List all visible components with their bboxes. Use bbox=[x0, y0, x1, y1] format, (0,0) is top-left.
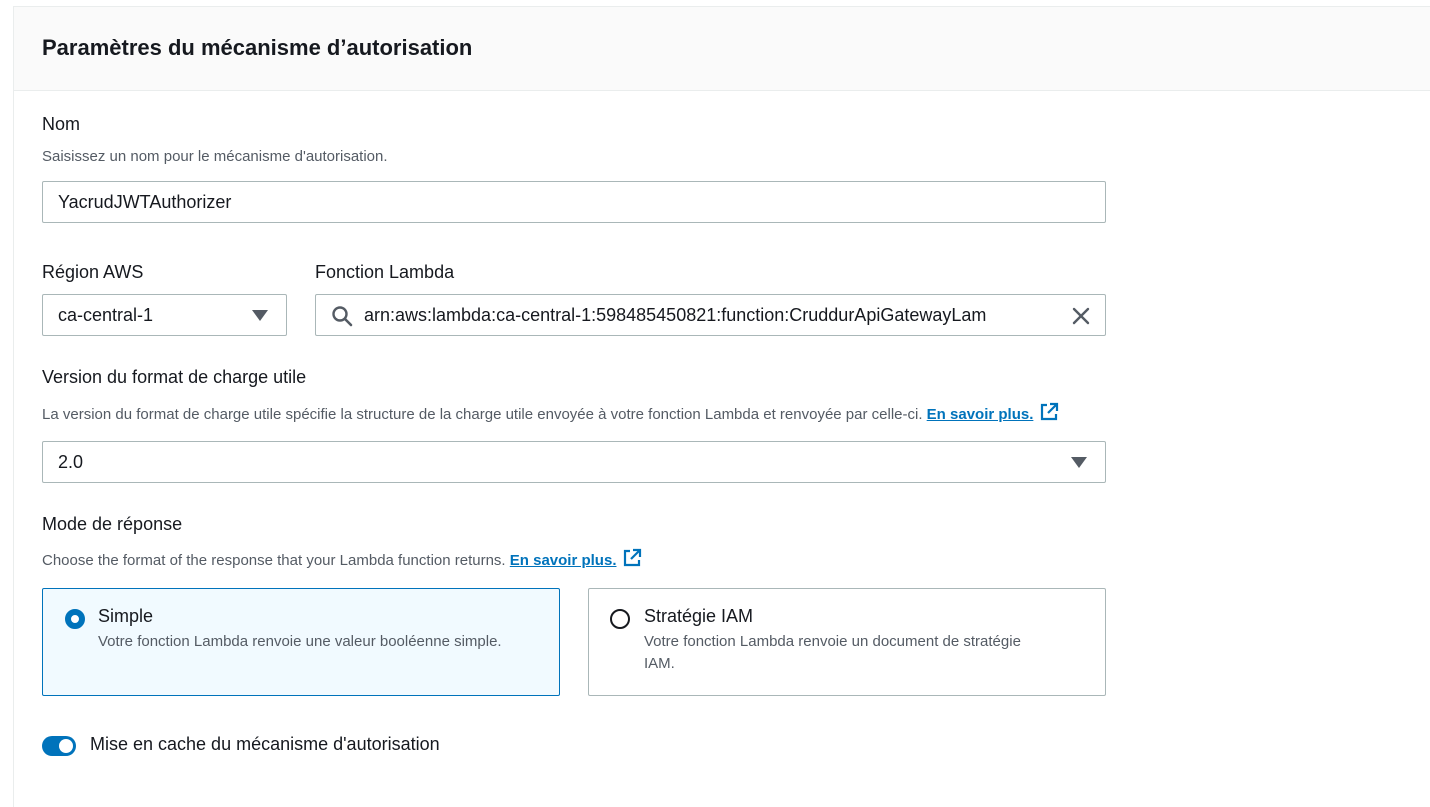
panel-title: Paramètres du mécanisme d’autorisation bbox=[42, 35, 473, 60]
payload-version-value: 2.0 bbox=[58, 451, 84, 472]
option-simple-description: Votre fonction Lambda renvoie une valeur… bbox=[98, 633, 502, 650]
name-description: Saisissez un nom pour le mécanisme d'aut… bbox=[42, 148, 388, 165]
payload-version-description-text: La version du format de charge utile spé… bbox=[42, 406, 923, 423]
option-simple-title: Simple bbox=[98, 606, 154, 626]
response-mode-option-simple[interactable]: Simple Votre fonction Lambda renvoie une… bbox=[42, 588, 560, 696]
region-select-value: ca-central-1 bbox=[58, 304, 154, 325]
option-iam-title: Stratégie IAM bbox=[644, 606, 754, 626]
region-label: Région AWS bbox=[42, 262, 144, 282]
option-iam-description: Votre fonction Lambda renvoie un documen… bbox=[644, 633, 1021, 672]
panel-header: Paramètres du mécanisme d’autorisation bbox=[14, 7, 1430, 91]
caching-label: Mise en cache du mécanisme d'autorisatio… bbox=[90, 734, 440, 754]
payload-version-description: La version du format de charge utile spé… bbox=[42, 402, 1059, 423]
chevron-down-icon bbox=[1071, 457, 1087, 468]
response-learn-more-text: En savoir plus. bbox=[509, 552, 617, 569]
search-icon bbox=[331, 305, 353, 332]
response-mode-description-text: Choose the format of the response that y… bbox=[42, 552, 506, 569]
lambda-function-input[interactable]: arn:aws:lambda:ca-central-1:598485450821… bbox=[315, 294, 1106, 336]
payload-version-select[interactable]: 2.0 bbox=[42, 441, 1106, 483]
payload-learn-more-text: En savoir plus. bbox=[926, 406, 1034, 423]
response-mode-description: Choose the format of the response that y… bbox=[42, 548, 642, 569]
clear-icon[interactable] bbox=[1071, 306, 1091, 331]
radio-simple[interactable] bbox=[65, 609, 85, 629]
region-select[interactable]: ca-central-1 bbox=[42, 294, 287, 336]
response-learn-more-link[interactable]: En savoir plus. bbox=[509, 548, 643, 569]
lambda-label: Fonction Lambda bbox=[315, 262, 455, 282]
radio-iam-policy[interactable] bbox=[610, 609, 630, 629]
response-mode-option-iam-policy[interactable]: Stratégie IAM Votre fonction Lambda renv… bbox=[588, 588, 1106, 696]
toggle-knob bbox=[59, 739, 73, 753]
name-label: Nom bbox=[42, 114, 81, 134]
payload-version-label: Version du format de charge utile bbox=[42, 367, 307, 387]
caching-toggle[interactable] bbox=[42, 736, 76, 756]
chevron-down-icon bbox=[252, 310, 268, 321]
response-mode-label: Mode de réponse bbox=[42, 514, 183, 534]
external-link-icon bbox=[1041, 402, 1059, 421]
name-input-value: YacrudJWTAuthorizer bbox=[58, 191, 232, 212]
name-input[interactable]: YacrudJWTAuthorizer bbox=[42, 181, 1106, 223]
lambda-function-value: arn:aws:lambda:ca-central-1:598485450821… bbox=[364, 304, 987, 325]
external-link-icon bbox=[624, 548, 642, 567]
payload-learn-more-link[interactable]: En savoir plus. bbox=[926, 402, 1060, 423]
